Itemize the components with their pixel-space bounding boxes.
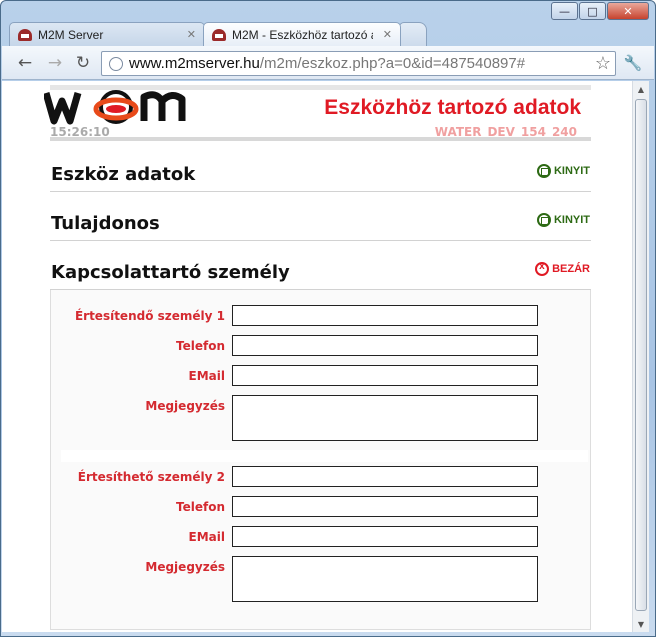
- person1-note-label: Megjegyzés: [145, 399, 225, 413]
- person2-email-input[interactable]: [232, 526, 538, 547]
- maximize-button[interactable]: □: [579, 2, 606, 20]
- person1-phone-input[interactable]: [232, 335, 538, 356]
- star-icon[interactable]: ☆: [595, 53, 611, 74]
- section-owner: Tulajdonos KINYIT: [50, 192, 591, 241]
- form-separator: [61, 450, 588, 462]
- globe-icon: [109, 56, 123, 71]
- window-caption-buttons: — □ ✕: [551, 2, 649, 20]
- toggle-label: KINYIT: [553, 214, 590, 226]
- person1-name-input[interactable]: [232, 305, 538, 326]
- expand-button[interactable]: KINYIT: [536, 213, 590, 227]
- close-circle-icon: [535, 261, 550, 276]
- vertical-scrollbar[interactable]: ▲ ▼: [632, 81, 649, 632]
- header-bottom-rule: [50, 137, 591, 141]
- tab-m2m-server[interactable]: M2M Server ✕: [9, 22, 205, 46]
- section-device-data: Eszköz adatok KINYIT: [50, 143, 591, 192]
- browser-toolbar: ← → ↻ www.m2mserver.hu/m2m/eszkoz.php?a=…: [2, 46, 654, 80]
- tab-title: M2M - Eszközhöz tartozó ad: [232, 27, 373, 42]
- section-contact-person: Kapcsolattartó személy BEZÁR: [50, 241, 591, 290]
- person2-phone-label: Telefon: [176, 500, 225, 514]
- person2-name-label: Értesíthető személy 2: [77, 470, 225, 484]
- arrow-left-icon[interactable]: ←: [14, 52, 36, 74]
- open-circle-icon: [536, 164, 551, 178]
- section-title: Kapcsolattartó személy: [51, 262, 290, 283]
- page-content: Eszközhöz tartozó adatok 15:26:10 WATER_…: [42, 81, 591, 630]
- person1-note-textarea[interactable]: [232, 395, 538, 441]
- person1-email-input[interactable]: [232, 365, 538, 386]
- tab-close-icon[interactable]: ✕: [187, 28, 196, 41]
- new-tab-button[interactable]: [399, 22, 427, 46]
- url-path: /m2m/eszkoz.php?a=0&id=487540897#: [259, 55, 526, 72]
- person2-email-label: EMail: [188, 530, 225, 544]
- page-header: Eszközhöz tartozó adatok 15:26:10 WATER_…: [42, 81, 591, 143]
- section-title: Eszköz adatok: [51, 164, 196, 185]
- favicon-icon: [212, 28, 226, 41]
- tab-device-data[interactable]: M2M - Eszközhöz tartozó ad ✕: [203, 22, 401, 46]
- favicon-icon: [18, 28, 32, 41]
- url-host: www.m2mserver.hu: [129, 55, 260, 72]
- page-title: Eszközhöz tartozó adatok: [324, 96, 581, 119]
- minimize-button[interactable]: —: [551, 2, 578, 20]
- person2-phone-input[interactable]: [232, 496, 538, 517]
- address-bar[interactable]: www.m2mserver.hu/m2m/eszkoz.php?a=0&id=4…: [101, 51, 616, 76]
- close-window-button[interactable]: ✕: [607, 2, 649, 20]
- scroll-thumb[interactable]: [635, 99, 647, 611]
- reload-icon[interactable]: ↻: [72, 52, 94, 74]
- wrench-icon[interactable]: 🔧: [622, 52, 644, 74]
- tab-title: M2M Server: [38, 27, 104, 42]
- person1-email-label: EMail: [188, 369, 225, 383]
- toggle-label: BEZÁR: [552, 263, 590, 275]
- contact-form: Értesítendő személy 1 Telefon EMail Megj…: [50, 290, 591, 630]
- toggle-label: KINYIT: [553, 165, 590, 177]
- tab-strip: M2M Server ✕ M2M - Eszközhöz tartozó ad …: [9, 22, 427, 46]
- browser-window: — □ ✕ M2M Server ✕ M2M - Eszközhöz tarto…: [0, 0, 656, 637]
- person1-phone-label: Telefon: [176, 339, 225, 353]
- scroll-down-icon[interactable]: ▼: [633, 616, 649, 632]
- m2m-logo: [44, 90, 186, 125]
- scroll-up-icon[interactable]: ▲: [633, 81, 649, 97]
- person2-name-input[interactable]: [232, 466, 538, 487]
- expand-button[interactable]: KINYIT: [536, 164, 590, 178]
- tab-close-icon[interactable]: ✕: [383, 28, 392, 41]
- arrow-right-icon[interactable]: →: [44, 52, 66, 74]
- person1-name-label: Értesítendő személy 1: [74, 309, 225, 323]
- open-circle-icon: [536, 213, 551, 227]
- page-viewport: Eszközhöz tartozó adatok 15:26:10 WATER_…: [2, 81, 638, 632]
- section-title: Tulajdonos: [51, 213, 160, 234]
- person2-note-label: Megjegyzés: [145, 560, 225, 574]
- collapse-button[interactable]: BEZÁR: [535, 261, 590, 276]
- person2-note-textarea[interactable]: [232, 556, 538, 602]
